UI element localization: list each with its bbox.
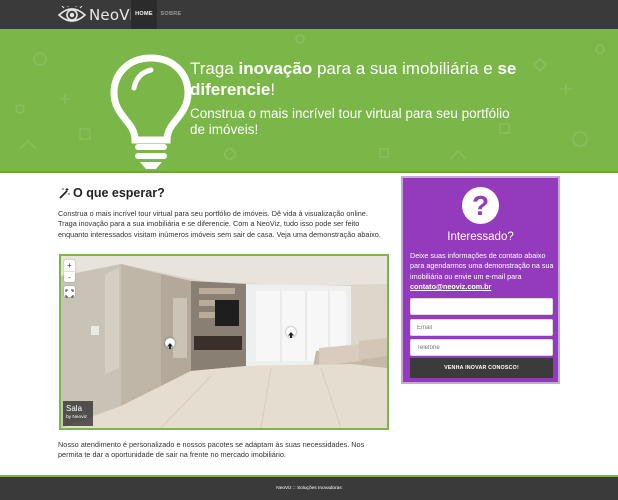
sidebar-text: Deixe suas informações de contato abaixo… — [410, 251, 556, 292]
hero-banner: Traga inovação para a sua imobiliária e … — [0, 29, 618, 173]
brand-logo[interactable]: NeoViz — [58, 4, 142, 25]
section-title: O que esperar? — [58, 185, 165, 201]
nav-home[interactable]: HOME — [131, 0, 157, 29]
scene-label: Sala by Neoviz — [63, 401, 93, 426]
hero-title-text: ! — [270, 80, 276, 99]
scene-name: Sala — [66, 404, 83, 413]
nav-sobre[interactable]: SOBRE — [158, 0, 184, 29]
email-field[interactable] — [410, 319, 553, 336]
contact-sidebar: ? Interessado? Deixe suas informações de… — [401, 176, 560, 384]
footer-text: NeoViz :: Soluções Inovadoras — [276, 486, 342, 491]
hero-background-pattern — [15, 34, 605, 160]
hero-subtitle: Construa o mais incrível tour virtual pa… — [190, 106, 510, 137]
closing-paragraph: Nosso atendimento é personalizado e noss… — [58, 440, 365, 460]
arrow-up-icon — [167, 343, 173, 349]
zoom-out-button[interactable]: - — [64, 271, 75, 282]
question-mark: ? — [471, 190, 490, 221]
lightbulb-icon — [110, 54, 192, 169]
phone-field[interactable] — [410, 339, 553, 356]
sidebar-description: Deixe suas informações de contato abaixo… — [410, 251, 554, 281]
scene-author: by Neoviz — [66, 415, 88, 420]
hero-title: Traga inovação para a sua imobiliária e … — [190, 58, 520, 100]
footer: NeoViz :: Soluções Inovadoras — [0, 475, 618, 500]
sidebar-title: Interessado? — [447, 231, 514, 243]
zoom-in-button[interactable]: + — [64, 260, 75, 271]
tour-panorama[interactable] — [61, 256, 387, 428]
intro-paragraph: Construa o mais incrível tour virtual pa… — [58, 209, 381, 239]
fullscreen-button[interactable] — [64, 286, 75, 298]
hero-title-text: Traga — [190, 59, 239, 78]
navbar: NeoViz HOME SOBRE — [0, 0, 618, 29]
zoom-controls: + - — [64, 260, 75, 282]
hero-title-bold: inovação — [238, 59, 313, 78]
tour-hotspot[interactable] — [286, 327, 296, 338]
arrow-up-icon — [288, 332, 294, 338]
section-title-text: O que esperar? — [73, 186, 165, 200]
submit-button[interactable]: VENHA INOVAR CONOSCO! — [410, 358, 553, 378]
name-field[interactable] — [410, 298, 553, 315]
question-mark-icon: ? — [462, 187, 499, 224]
contact-email-link[interactable]: contato@neoviz.com.br — [410, 282, 491, 291]
virtual-tour-viewer[interactable]: + - Sala by Neoviz — [59, 254, 389, 430]
eye-icon — [58, 5, 86, 22]
fullscreen-icon — [65, 289, 74, 298]
tour-hotspot[interactable] — [165, 338, 175, 349]
magic-wand-icon — [59, 187, 70, 199]
hero-title-text: para a sua imobiliária e — [312, 59, 498, 78]
